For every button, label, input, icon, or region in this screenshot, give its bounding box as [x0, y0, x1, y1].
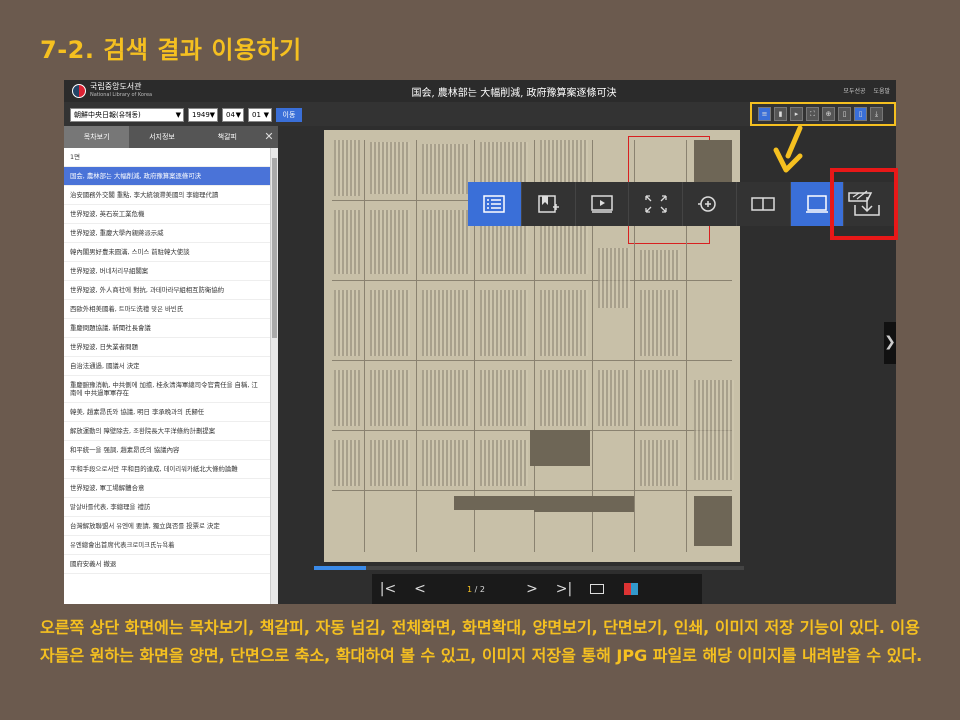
toc-scrollbar[interactable] — [270, 148, 278, 604]
zoom-in-icon[interactable] — [683, 182, 737, 226]
day-select[interactable]: 01 ▼ — [248, 108, 272, 122]
pager: |< < 1 / 2 > >| — [372, 574, 702, 604]
color-palette-icon[interactable] — [624, 583, 638, 595]
toc-item[interactable]: 西歐外相美國着, 트마도洗禮 맞은 바빈氏 — [64, 300, 270, 319]
toc-item[interactable]: 台灣解放聯盟서 유엔에 要請, 獨立與否를 投票로 決定 — [64, 517, 270, 536]
toc-item[interactable]: 世界短波, 日失業者問題 — [64, 338, 270, 357]
two-page-icon[interactable] — [737, 182, 791, 226]
chevron-down-icon: ▼ — [209, 111, 215, 119]
toc-item[interactable]: 말살바를代表, 李總理을 禮訪 — [64, 498, 270, 517]
toc-item[interactable]: 重慶腑豫消軌, 中共側에 加擔, 桂永淸海軍總司令官責任을 自稱, 江南에 中共… — [64, 376, 270, 403]
newspaper-select[interactable]: 朝鮮中央日報(유해동) ▼ — [70, 108, 184, 122]
tab-toc[interactable]: 목차보기 — [64, 126, 130, 148]
image-download-icon[interactable] — [840, 182, 890, 226]
close-icon[interactable]: ✕ — [260, 126, 278, 148]
toc-item[interactable]: 世界短波, 軍工場解體合意 — [64, 479, 270, 498]
month-select-value: 04 — [226, 111, 235, 119]
toc-list-icon[interactable] — [468, 182, 522, 226]
small-toolbar: ≡ ▮ ▸ ⛶ ⊕ ▯ ▯ ⤓ — [750, 102, 896, 126]
logo-subtitle: National Library of Korea — [90, 92, 153, 98]
slide-caption: 오른쪽 상단 화면에는 목차보기, 책갈피, 자동 넘김, 전체화면, 화면확대… — [40, 618, 923, 665]
chevron-down-icon: ▼ — [263, 111, 269, 119]
toc-item[interactable]: 重慶問題協議, 新聞社長會議 — [64, 319, 270, 338]
top-link-0[interactable]: 모두선공 — [843, 88, 865, 95]
toc-item[interactable]: 國府安義서 撤退 — [64, 555, 270, 574]
pointer-arrow-icon — [773, 126, 803, 173]
thumbnail-view-icon[interactable] — [590, 584, 604, 594]
toc-item[interactable]: 和平統一을 强調, 趙素昂氏의 協議內容 — [64, 441, 270, 460]
bookmark-add-icon[interactable]: ▮ — [774, 107, 787, 121]
first-page-icon[interactable]: |< — [372, 581, 404, 597]
top-bar: 국립중앙도서관 National Library of Korea 国会, 農林… — [64, 80, 896, 102]
year-select[interactable]: 1949 ▼ — [188, 108, 218, 122]
slideshow-play-icon[interactable]: ▸ — [790, 107, 803, 121]
toc-item[interactable]: 治安國務外交閣 重點, 李大統領滯美國의 李總理代讀 — [64, 186, 270, 205]
toc-item[interactable]: 世界短波, 外人商社에 對抗, 과테마라부組相互防衛協約 — [64, 281, 270, 300]
next-page-icon[interactable]: > — [516, 581, 548, 597]
chevron-down-icon: ▼ — [235, 111, 241, 119]
toc-item[interactable]: 1면 — [64, 148, 270, 167]
page-total: / 2 — [474, 584, 485, 594]
toc-item[interactable]: 国会, 農林部는 大幅削減, 政府豫算案逐條可決 — [64, 167, 270, 186]
page-current: 1 — [467, 584, 473, 594]
sidebar: 목차보기 서지정보 책갈피 ✕ 1면 国会, 農林部는 大幅削減, 政府豫算案逐條… — [64, 126, 278, 604]
logo-name: 국립중앙도서관 — [90, 82, 142, 91]
toc-item[interactable]: 平和手段으로서만 平和目的達成, 데이리워카紙北大條約論難 — [64, 460, 270, 479]
bookmark-add-icon[interactable] — [522, 182, 576, 226]
slide-title: 7-2. 검색 결과 이용하기 — [40, 36, 302, 64]
two-page-icon[interactable]: ▯ — [838, 107, 851, 121]
top-links: 모두선공 도움말 — [837, 86, 890, 95]
page-progress-bar[interactable] — [314, 566, 744, 570]
toc-item[interactable]: 유엔總會出首席代表크로미크氏뉴욕着 — [64, 536, 270, 555]
toc-item[interactable]: 自治法通過, 國議서 決定 — [64, 357, 270, 376]
tab-bookmarks[interactable]: 책갈피 — [195, 126, 260, 148]
chevron-down-icon: ▼ — [175, 111, 181, 119]
library-emblem-icon — [72, 84, 86, 98]
slideshow-play-icon[interactable] — [576, 182, 630, 226]
document-title: 国会, 農林部는 大幅削減, 政府豫算案逐條可決 — [411, 88, 617, 99]
page-number: 1 / 2 — [436, 585, 516, 594]
tab-bibliography[interactable]: 서지정보 — [129, 126, 194, 148]
next-page-arrow-icon[interactable]: ❯ — [884, 322, 896, 364]
toc-list-icon[interactable]: ≡ — [758, 107, 771, 121]
newspaper-select-value: 朝鮮中央日報(유해동) — [74, 111, 141, 119]
sidebar-tabs: 목차보기 서지정보 책갈피 ✕ — [64, 126, 278, 148]
month-select[interactable]: 04 ▼ — [222, 108, 244, 122]
toc-item[interactable]: 韓美, 趙素昂氏와 協議, 明日 李承晩과의 氏歸任 — [64, 403, 270, 422]
toc-item[interactable]: 世界短波, 英石炭工業危機 — [64, 205, 270, 224]
fullscreen-icon[interactable]: ⛶ — [806, 107, 819, 121]
single-page-icon[interactable]: ▯ — [854, 107, 867, 121]
year-select-value: 1949 — [192, 111, 210, 119]
last-page-icon[interactable]: >| — [548, 581, 580, 597]
toc-list: 1면 国会, 農林部는 大幅削減, 政府豫算案逐條可決 治安國務外交閣 重點, 李大… — [64, 148, 270, 604]
fullscreen-icon[interactable] — [629, 182, 683, 226]
go-button[interactable]: 이동 — [276, 108, 302, 122]
toc-item[interactable]: 解放運動의 障壁除去, 조환院長大平洋條約計劃提案 — [64, 422, 270, 441]
library-logo[interactable]: 국립중앙도서관 National Library of Korea — [72, 82, 153, 99]
zoom-in-icon[interactable]: ⊕ — [822, 107, 835, 121]
day-select-value: 01 — [252, 111, 261, 119]
top-link-help[interactable]: 도움말 — [873, 88, 890, 95]
prev-page-icon[interactable]: < — [404, 581, 436, 597]
toc-item[interactable]: 韓內閣男好豊未圓滿, 스미스 前駐韓大使談 — [64, 243, 270, 262]
toc-item[interactable]: 世界短波, 重慶大學內親蔣派示威 — [64, 224, 270, 243]
image-download-icon[interactable]: ⤓ — [870, 107, 883, 121]
toc-item[interactable]: 世界短波, 버네처리부組閣案 — [64, 262, 270, 281]
